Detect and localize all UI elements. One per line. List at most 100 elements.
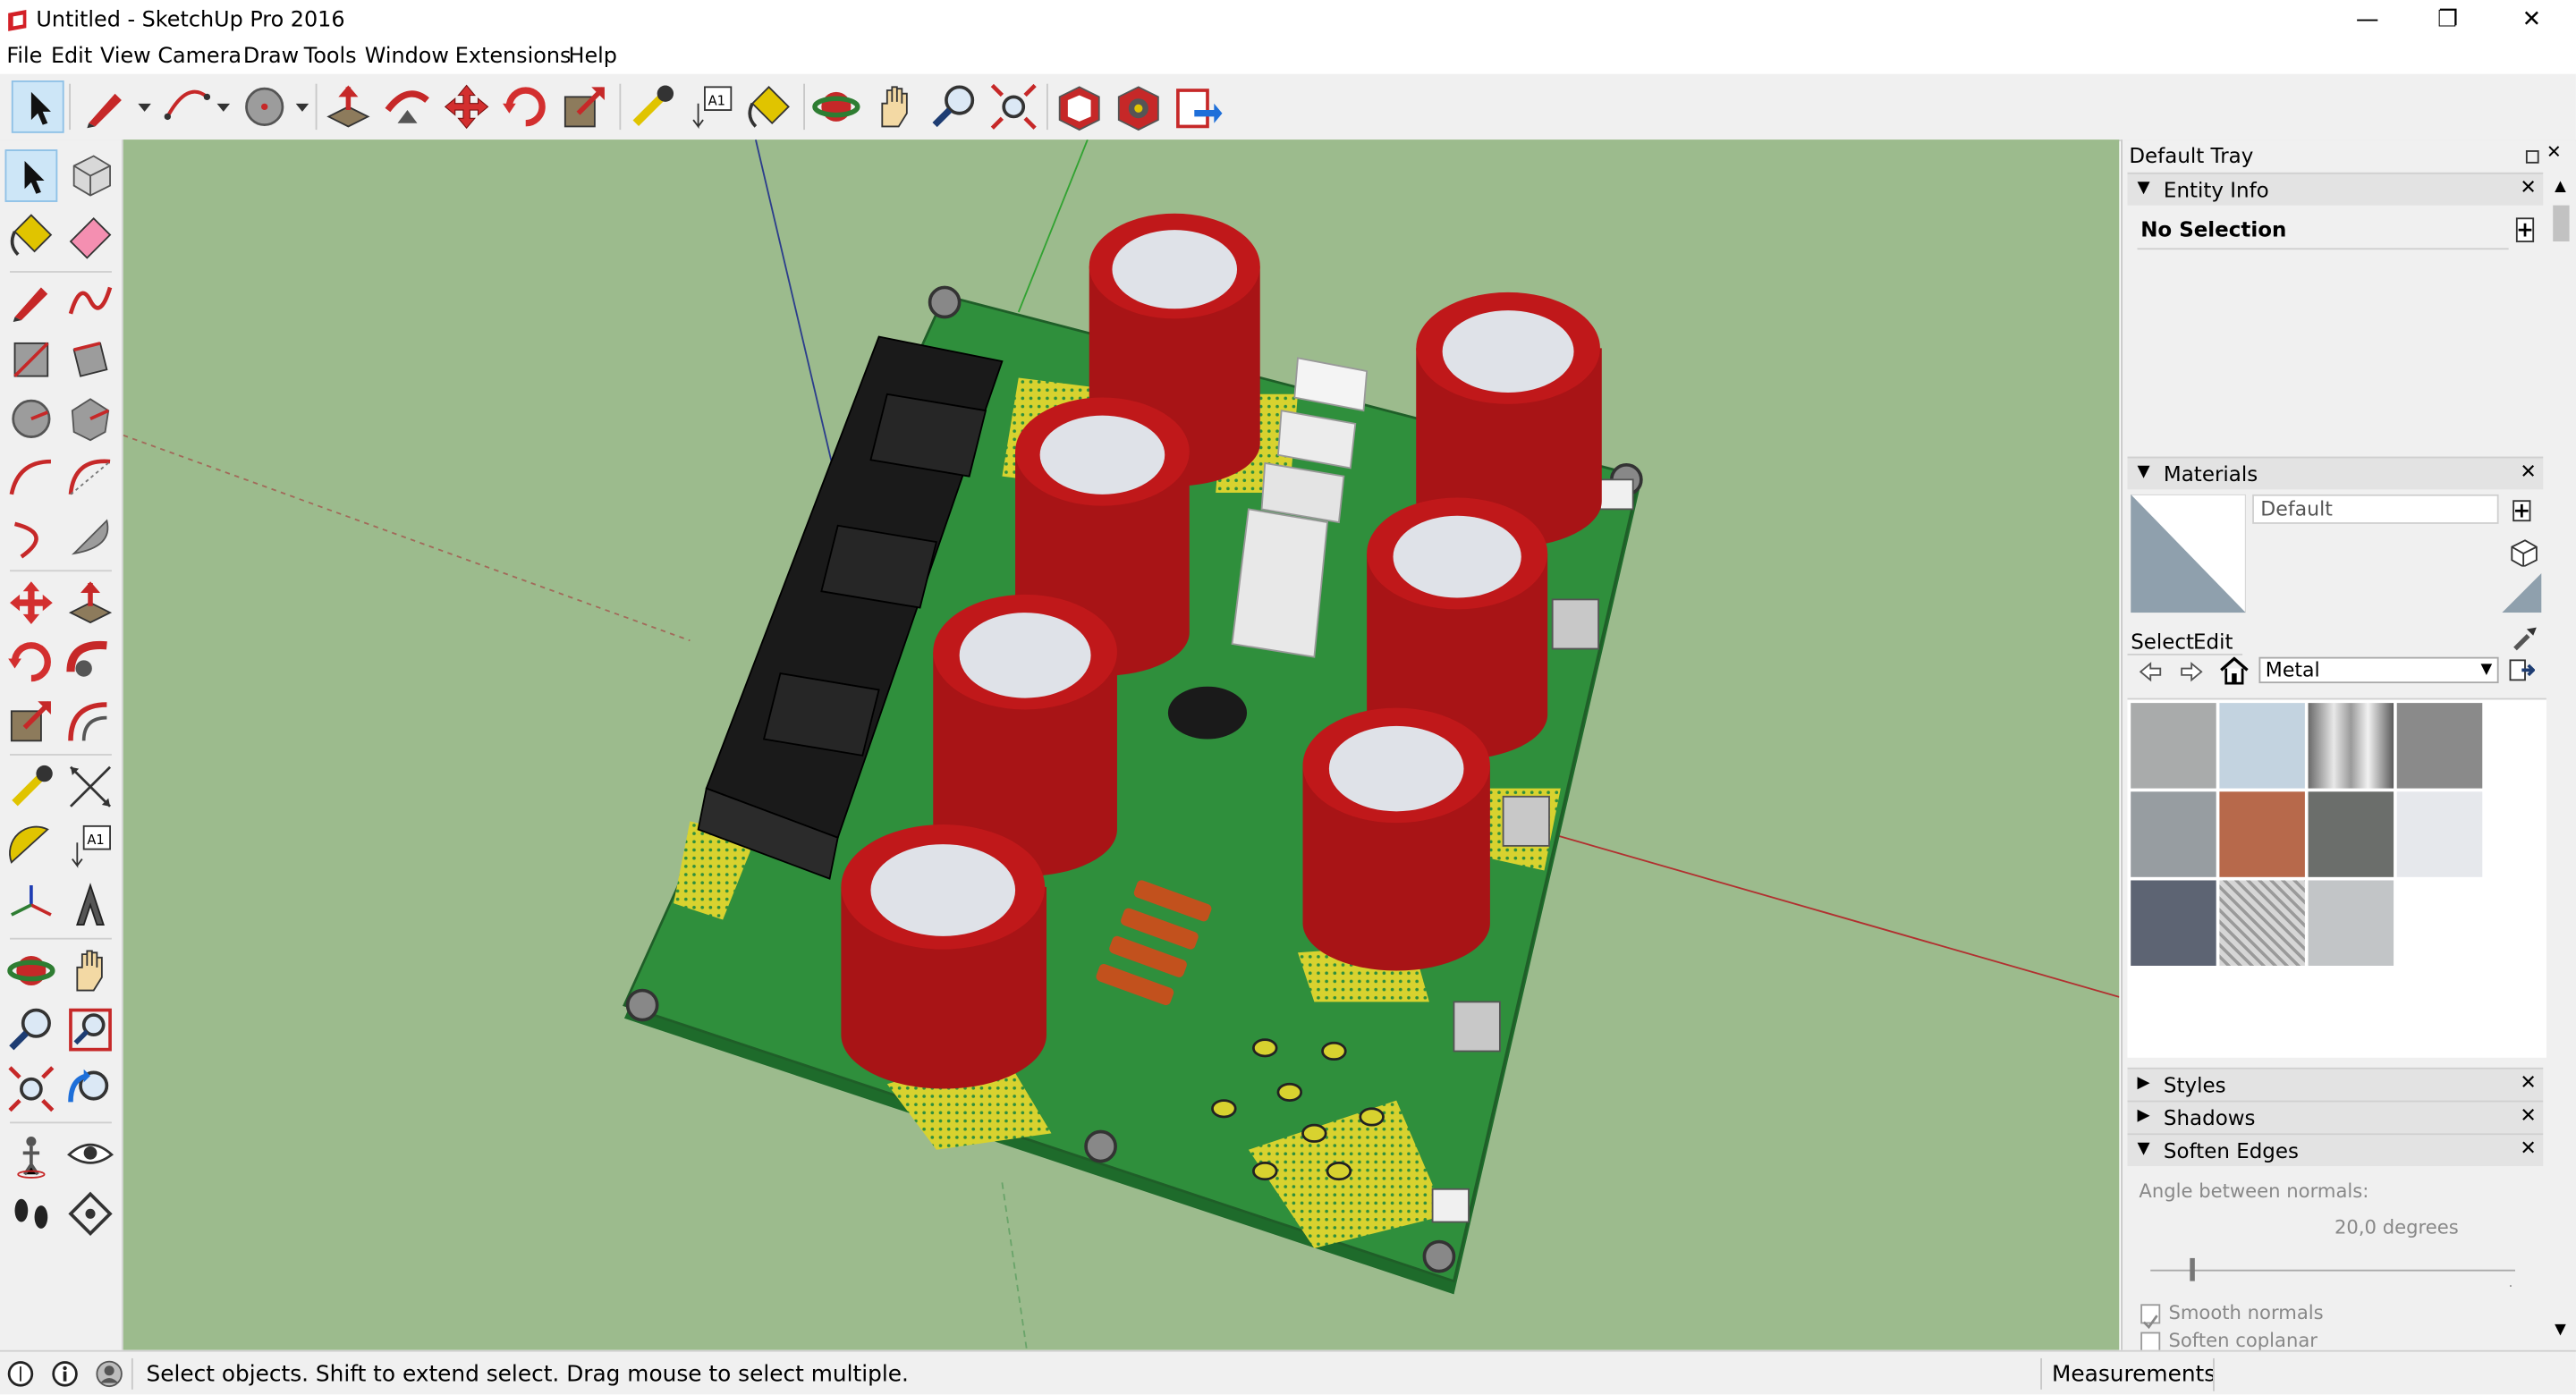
menu-help[interactable]: Help (568, 45, 616, 70)
menu-extensions[interactable]: Extensions (455, 45, 572, 70)
tab-select[interactable]: Select (2131, 629, 2194, 654)
create-material-icon[interactable] (2512, 499, 2531, 522)
measurements-input[interactable] (2213, 1357, 2573, 1391)
materials-header[interactable]: ▼ Materials ✕ (2127, 456, 2544, 490)
material-swatch[interactable] (2396, 791, 2483, 877)
panel-close-icon[interactable]: ✕ (2520, 1071, 2536, 1095)
follow-me-tool-button[interactable] (381, 80, 434, 133)
restore-button[interactable]: ❐ (2410, 0, 2485, 43)
three-point-arc-tool-button[interactable] (5, 511, 58, 563)
material-swatch[interactable] (2131, 880, 2216, 966)
orbit-tool-button[interactable] (809, 80, 862, 133)
arc-tool-button[interactable] (161, 80, 214, 133)
circle-tool-button[interactable] (5, 393, 58, 445)
walk-tool-button[interactable] (5, 1188, 58, 1240)
arc-tool-button[interactable] (5, 452, 58, 504)
menu-edit[interactable]: Edit (51, 45, 92, 70)
previous-view-button[interactable] (64, 1062, 117, 1115)
zoom-tool-button[interactable] (928, 80, 981, 133)
menu-window[interactable]: Window (365, 45, 449, 70)
look-around-tool-button[interactable] (64, 1129, 117, 1181)
chevron-down-icon[interactable] (216, 103, 231, 114)
user-icon[interactable] (96, 1360, 123, 1388)
scroll-down-icon[interactable]: ▼ (2555, 1323, 2566, 1339)
follow-me-tool-button[interactable] (64, 636, 117, 689)
chevron-down-icon[interactable] (138, 103, 151, 114)
section-plane-tool-button[interactable] (64, 1188, 117, 1240)
menu-tools[interactable]: Tools (304, 45, 357, 70)
3d-text-tool-button[interactable] (64, 879, 117, 932)
pin-icon[interactable] (2525, 149, 2540, 165)
pcb-model[interactable] (123, 140, 2120, 1350)
minimize-button[interactable]: — (2329, 0, 2404, 43)
zoom-extents-tool-button[interactable] (5, 1062, 58, 1115)
paint-bucket-tool-button[interactable] (742, 80, 795, 133)
offset-tool-button[interactable] (64, 695, 117, 748)
angle-slider-thumb[interactable] (2190, 1257, 2196, 1281)
material-library-select[interactable]: Metal ▼ (2258, 656, 2499, 684)
protractor-tool-button[interactable] (5, 820, 58, 873)
chevron-down-icon[interactable] (295, 103, 309, 114)
zoom-tool-button[interactable] (5, 1003, 58, 1056)
zoom-window-tool-button[interactable] (64, 1003, 117, 1056)
panel-close-icon[interactable]: ✕ (2520, 460, 2536, 483)
menu-draw[interactable]: Draw (243, 45, 299, 70)
material-swatch[interactable] (2219, 880, 2305, 966)
credits-icon[interactable] (51, 1360, 79, 1388)
dimension-tool-button[interactable] (64, 760, 117, 813)
circle-tool-button[interactable] (240, 80, 292, 133)
zoom-extents-tool-button[interactable] (987, 80, 1040, 133)
tab-edit[interactable]: Edit (2193, 629, 2233, 654)
forward-arrow-icon[interactable] (2178, 660, 2204, 683)
material-swatch[interactable] (2219, 703, 2305, 789)
soften-coplanar-checkbox[interactable] (2140, 1332, 2161, 1352)
move-tool-button[interactable] (5, 577, 58, 630)
push-pull-tool-button[interactable] (322, 80, 375, 133)
pencil-tool-button[interactable] (79, 80, 145, 133)
tray-scrollbar[interactable]: ▲ ▼ (2547, 172, 2575, 1350)
pan-tool-button[interactable] (869, 80, 922, 133)
soften-edges-header[interactable]: ▼ Soften Edges ✕ (2127, 1133, 2544, 1167)
geo-location-icon[interactable] (6, 1360, 34, 1388)
line-tool-button[interactable] (5, 275, 58, 327)
styles-header[interactable]: ▶ Styles ✕ (2127, 1067, 2544, 1101)
polygon-tool-button[interactable] (64, 393, 117, 445)
two-point-arc-tool-button[interactable] (64, 452, 117, 504)
eyedropper-icon[interactable] (2509, 622, 2538, 652)
menu-view[interactable]: View (100, 45, 151, 70)
select-tool-button[interactable] (11, 80, 64, 133)
material-swatch[interactable] (2308, 880, 2394, 966)
rotated-rectangle-tool-button[interactable] (64, 334, 117, 386)
text-tool-button[interactable]: A1 (685, 80, 738, 133)
orbit-tool-button[interactable] (5, 944, 58, 997)
menu-file[interactable]: File (6, 45, 42, 70)
shadows-header[interactable]: ▶ Shadows ✕ (2127, 1100, 2544, 1134)
panel-close-icon[interactable]: ✕ (2520, 1103, 2536, 1127)
entity-info-header[interactable]: ▼ Entity Info ✕ (2127, 172, 2544, 206)
rotate-tool-button[interactable] (5, 636, 58, 689)
material-swatch[interactable] (2131, 791, 2216, 877)
scale-tool-button[interactable] (558, 80, 611, 133)
panel-close-icon[interactable]: ✕ (2520, 1137, 2536, 1160)
send-to-layout-button[interactable] (1172, 80, 1224, 133)
back-arrow-icon[interactable] (2138, 660, 2164, 683)
move-tool-button[interactable] (440, 80, 493, 133)
home-icon[interactable] (2219, 656, 2249, 685)
push-pull-tool-button[interactable] (64, 577, 117, 630)
material-swatch[interactable] (2308, 703, 2394, 789)
smooth-normals-checkbox[interactable] (2140, 1304, 2161, 1330)
material-swatch[interactable] (2308, 791, 2394, 877)
select-tool-button[interactable] (4, 149, 58, 202)
material-swatch[interactable] (2131, 703, 2216, 789)
panel-close-icon[interactable]: ✕ (2520, 176, 2536, 199)
rectangle-tool-button[interactable] (5, 334, 58, 386)
menu-camera[interactable]: Camera (157, 45, 242, 70)
text-tool-button[interactable]: A1 (64, 820, 117, 873)
freehand-tool-button[interactable] (64, 275, 117, 327)
extension-warehouse-button[interactable] (1112, 80, 1165, 133)
position-camera-tool-button[interactable] (5, 1129, 58, 1181)
scale-tool-button[interactable] (5, 695, 58, 748)
rotate-tool-button[interactable] (499, 80, 552, 133)
3d-warehouse-button[interactable] (1053, 80, 1106, 133)
tape-measure-tool-button[interactable] (5, 760, 58, 813)
